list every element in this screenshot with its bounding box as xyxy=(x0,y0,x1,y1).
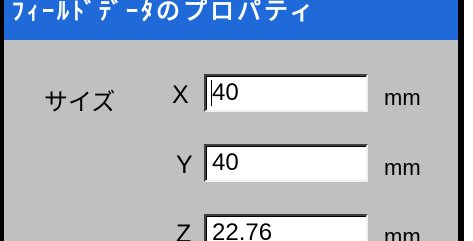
dialog-client-area: サイズ X mm Y mm Z mm xyxy=(4,40,458,241)
window-frame: ﾌｨｰﾙﾄﾞﾃﾞｰﾀのプロパティ サイズ X mm Y mm Z mm xyxy=(0,0,464,241)
properties-dialog: ﾌｨｰﾙﾄﾞﾃﾞｰﾀのプロパティ サイズ X mm Y mm Z mm xyxy=(0,0,473,241)
size-y-input[interactable] xyxy=(204,144,368,182)
size-x-input[interactable] xyxy=(204,74,368,112)
axis-label-y: Y xyxy=(176,151,193,179)
axis-label-z: Z xyxy=(176,220,192,241)
unit-label-z: mm xyxy=(384,224,421,241)
size-label: サイズ xyxy=(44,88,116,116)
size-z-input[interactable] xyxy=(204,214,368,241)
text-caret xyxy=(211,80,212,106)
title-bar[interactable]: ﾌｨｰﾙﾄﾞﾃﾞｰﾀのプロパティ xyxy=(4,0,458,40)
unit-label-y: mm xyxy=(384,155,421,180)
unit-label-x: mm xyxy=(384,85,421,110)
axis-label-x: X xyxy=(172,81,189,109)
window-title: ﾌｨｰﾙﾄﾞﾃﾞｰﾀのプロパティ xyxy=(12,0,317,25)
